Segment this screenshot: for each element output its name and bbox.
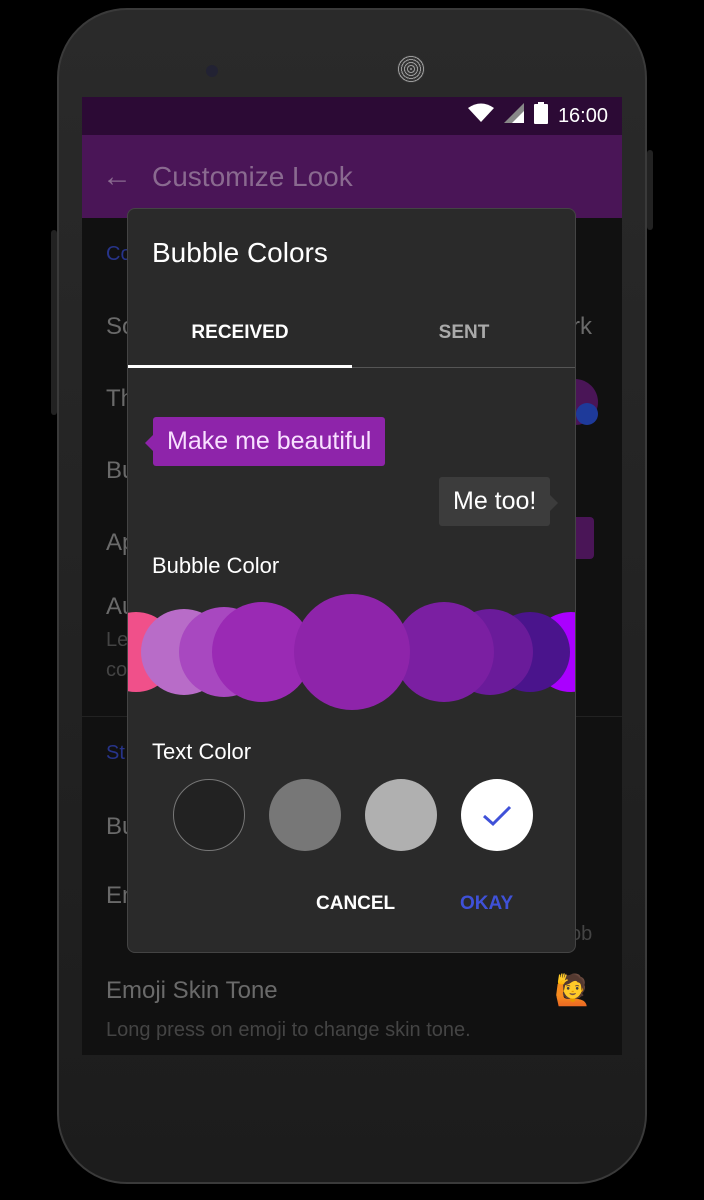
tab-received[interactable]: RECEIVED	[128, 322, 352, 344]
text-color-swatch[interactable]	[365, 779, 437, 851]
setting-subtitle: Long press on emoji to change skin tone.	[106, 1019, 471, 1041]
bubble-colors-dialog: Bubble Colors RECEIVED SENT Make me beau…	[127, 208, 576, 953]
okay-button[interactable]: OKAY	[460, 893, 513, 915]
tab-indicator	[128, 365, 352, 368]
setting-item-emoji-skin-tone[interactable]: Emoji Skin Tone	[106, 977, 278, 1005]
dialog-title: Bubble Colors	[152, 237, 328, 268]
status-bar: 16:00	[82, 97, 622, 135]
earpiece-speaker	[397, 55, 425, 83]
theme-accent-swatch	[576, 403, 598, 425]
volume-button	[51, 230, 57, 415]
sent-bubble-preview: Me too!	[439, 477, 559, 526]
status-time: 16:00	[557, 104, 608, 127]
check-icon	[483, 805, 512, 827]
front-camera	[206, 65, 218, 77]
text-color-swatch[interactable]	[269, 779, 341, 851]
text-color-label: Text Color	[152, 739, 252, 764]
cancel-button[interactable]: CANCEL	[316, 893, 395, 915]
wifi-icon	[467, 103, 494, 129]
battery-icon	[533, 102, 548, 130]
tab-sent[interactable]: SENT	[352, 322, 575, 344]
emoji-person-icon: 🙋	[554, 974, 592, 1007]
text-color-swatch[interactable]	[173, 779, 245, 851]
bubble-color-swatch[interactable]	[294, 594, 410, 710]
power-button	[647, 150, 653, 230]
signal-icon	[503, 103, 524, 129]
section-header: St	[106, 742, 125, 764]
setting-subtitle: Le	[106, 629, 129, 651]
setting-subtitle: co	[106, 659, 128, 681]
text-color-swatch[interactable]	[461, 779, 533, 851]
page-title: Customize Look	[152, 160, 353, 192]
bubble-color-label: Bubble Color	[152, 553, 280, 578]
toolbar: ← Customize Look	[82, 135, 622, 218]
received-bubble-preview: Make me beautiful	[144, 417, 386, 466]
arrow-left-icon[interactable]: ←	[82, 160, 152, 194]
